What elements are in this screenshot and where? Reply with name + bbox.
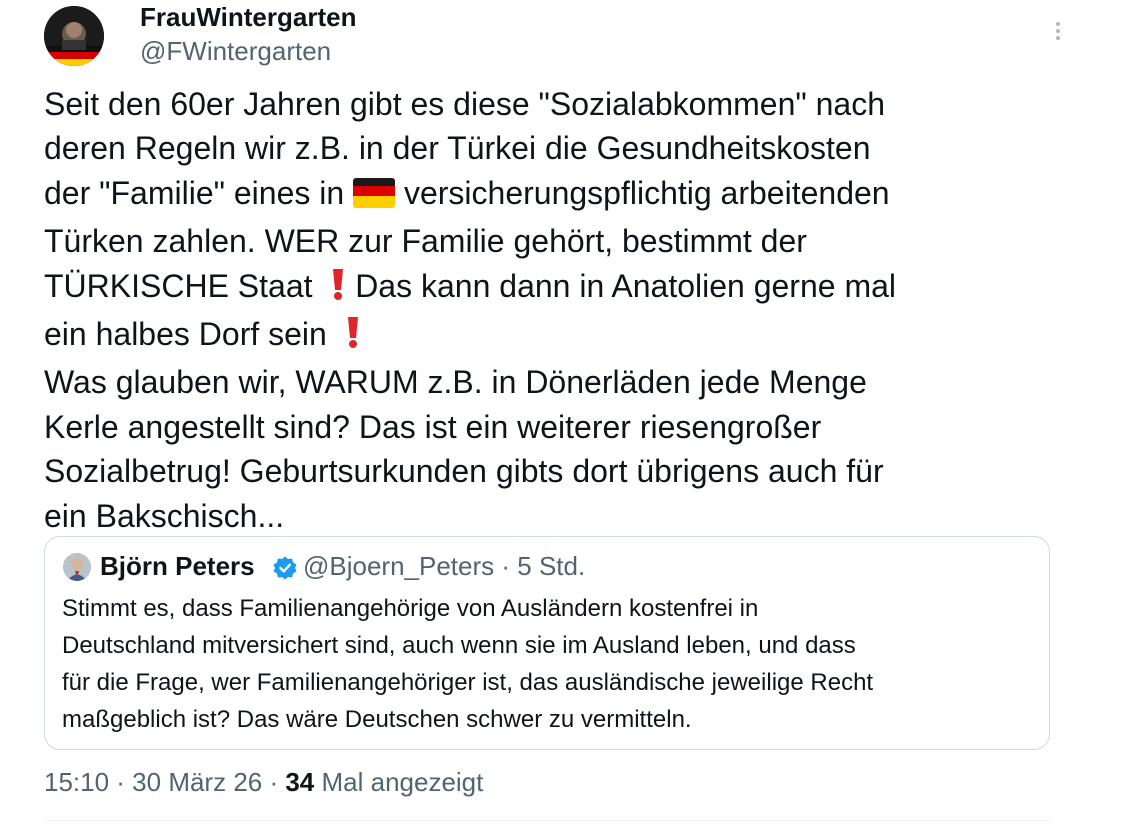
quoted-tweet-card[interactable]: Björn Peters @Bjoern_Peters · 5 Std. Sti…: [44, 536, 1050, 750]
quoted-line: für die Frage, wer Familienangehöriger i…: [62, 669, 874, 696]
tweet-line: TÜRKISCHE Staat Das kann dann in Anatoli…: [44, 264, 1044, 312]
quoted-line: maßgeblich ist? Das wäre Deutschen schwe…: [62, 706, 692, 733]
quoted-text: Stimmt es, dass Familienangehörige von A…: [62, 590, 1037, 738]
tweet: FrauWintergarten @FWintergarten Seit den…: [0, 0, 1143, 831]
tweet-meta: 15:10 · 30 März 26 · 34 Mal angezeigt: [44, 767, 483, 798]
exclamation-mark-icon: [330, 267, 346, 312]
tweet-line-part: Das kann dann in Anatolien gerne mal: [355, 267, 896, 304]
exclamation-mark-icon: [345, 315, 361, 360]
tweet-line-part: der "Familie" eines in: [44, 174, 345, 211]
divider: [44, 820, 1052, 821]
quoted-display-name[interactable]: Björn Peters: [100, 551, 255, 582]
tweet-text: Seit den 60er Jahren gibt es diese "Sozi…: [44, 82, 1044, 538]
tweet-line: ein Bakschisch...: [44, 497, 285, 534]
avatar-photo-icon: [44, 6, 104, 66]
tweet-line: Türken zahlen. WER zur Familie gehört, b…: [44, 223, 807, 260]
tweet-line: Was glauben wir, WARUM z.B. in Dönerläde…: [44, 364, 867, 401]
avatar[interactable]: [44, 6, 104, 66]
tweet-line-part: versicherungspflichtig arbeitenden: [403, 174, 890, 211]
verified-badge-icon: [272, 555, 298, 581]
tweet-line-part: TÜRKISCHE Staat: [44, 267, 313, 304]
views-label: Mal angezeigt: [314, 767, 484, 797]
tweet-line: Kerle angestellt sind? Das ist ein weite…: [44, 408, 822, 445]
author-display-name[interactable]: FrauWintergarten: [140, 2, 356, 33]
german-flag-icon: [353, 175, 396, 219]
tweet-line: Seit den 60er Jahren gibt es diese "Sozi…: [44, 86, 885, 122]
quoted-avatar[interactable]: [63, 553, 91, 581]
tweet-line: Sozialbetrug! Geburtsurkunden gibts dort…: [44, 453, 884, 490]
quoted-line: Deutschland mitversichert sind, auch wen…: [62, 632, 856, 659]
tweet-line: der "Familie" eines in versicherungspfli…: [44, 171, 1044, 219]
quoted-line: Stimmt es, dass Familienangehörige von A…: [62, 595, 759, 622]
avatar-photo-icon: [63, 553, 91, 581]
view-count[interactable]: 34: [285, 767, 314, 797]
more-options-button[interactable]: [1044, 18, 1072, 46]
tweet-line: deren Regeln wir z.B. in der Türkei die …: [44, 130, 871, 167]
tweet-line: ein halbes Dorf sein: [44, 312, 1044, 360]
more-options-icon: [1056, 22, 1060, 40]
tweet-line-part: ein halbes Dorf sein: [44, 316, 327, 353]
author-handle[interactable]: @FWintergarten: [140, 36, 331, 67]
timestamp-link[interactable]: 15:10 · 30 März 26 ·: [44, 767, 285, 797]
quoted-handle-time[interactable]: @Bjoern_Peters · 5 Std.: [303, 551, 585, 582]
